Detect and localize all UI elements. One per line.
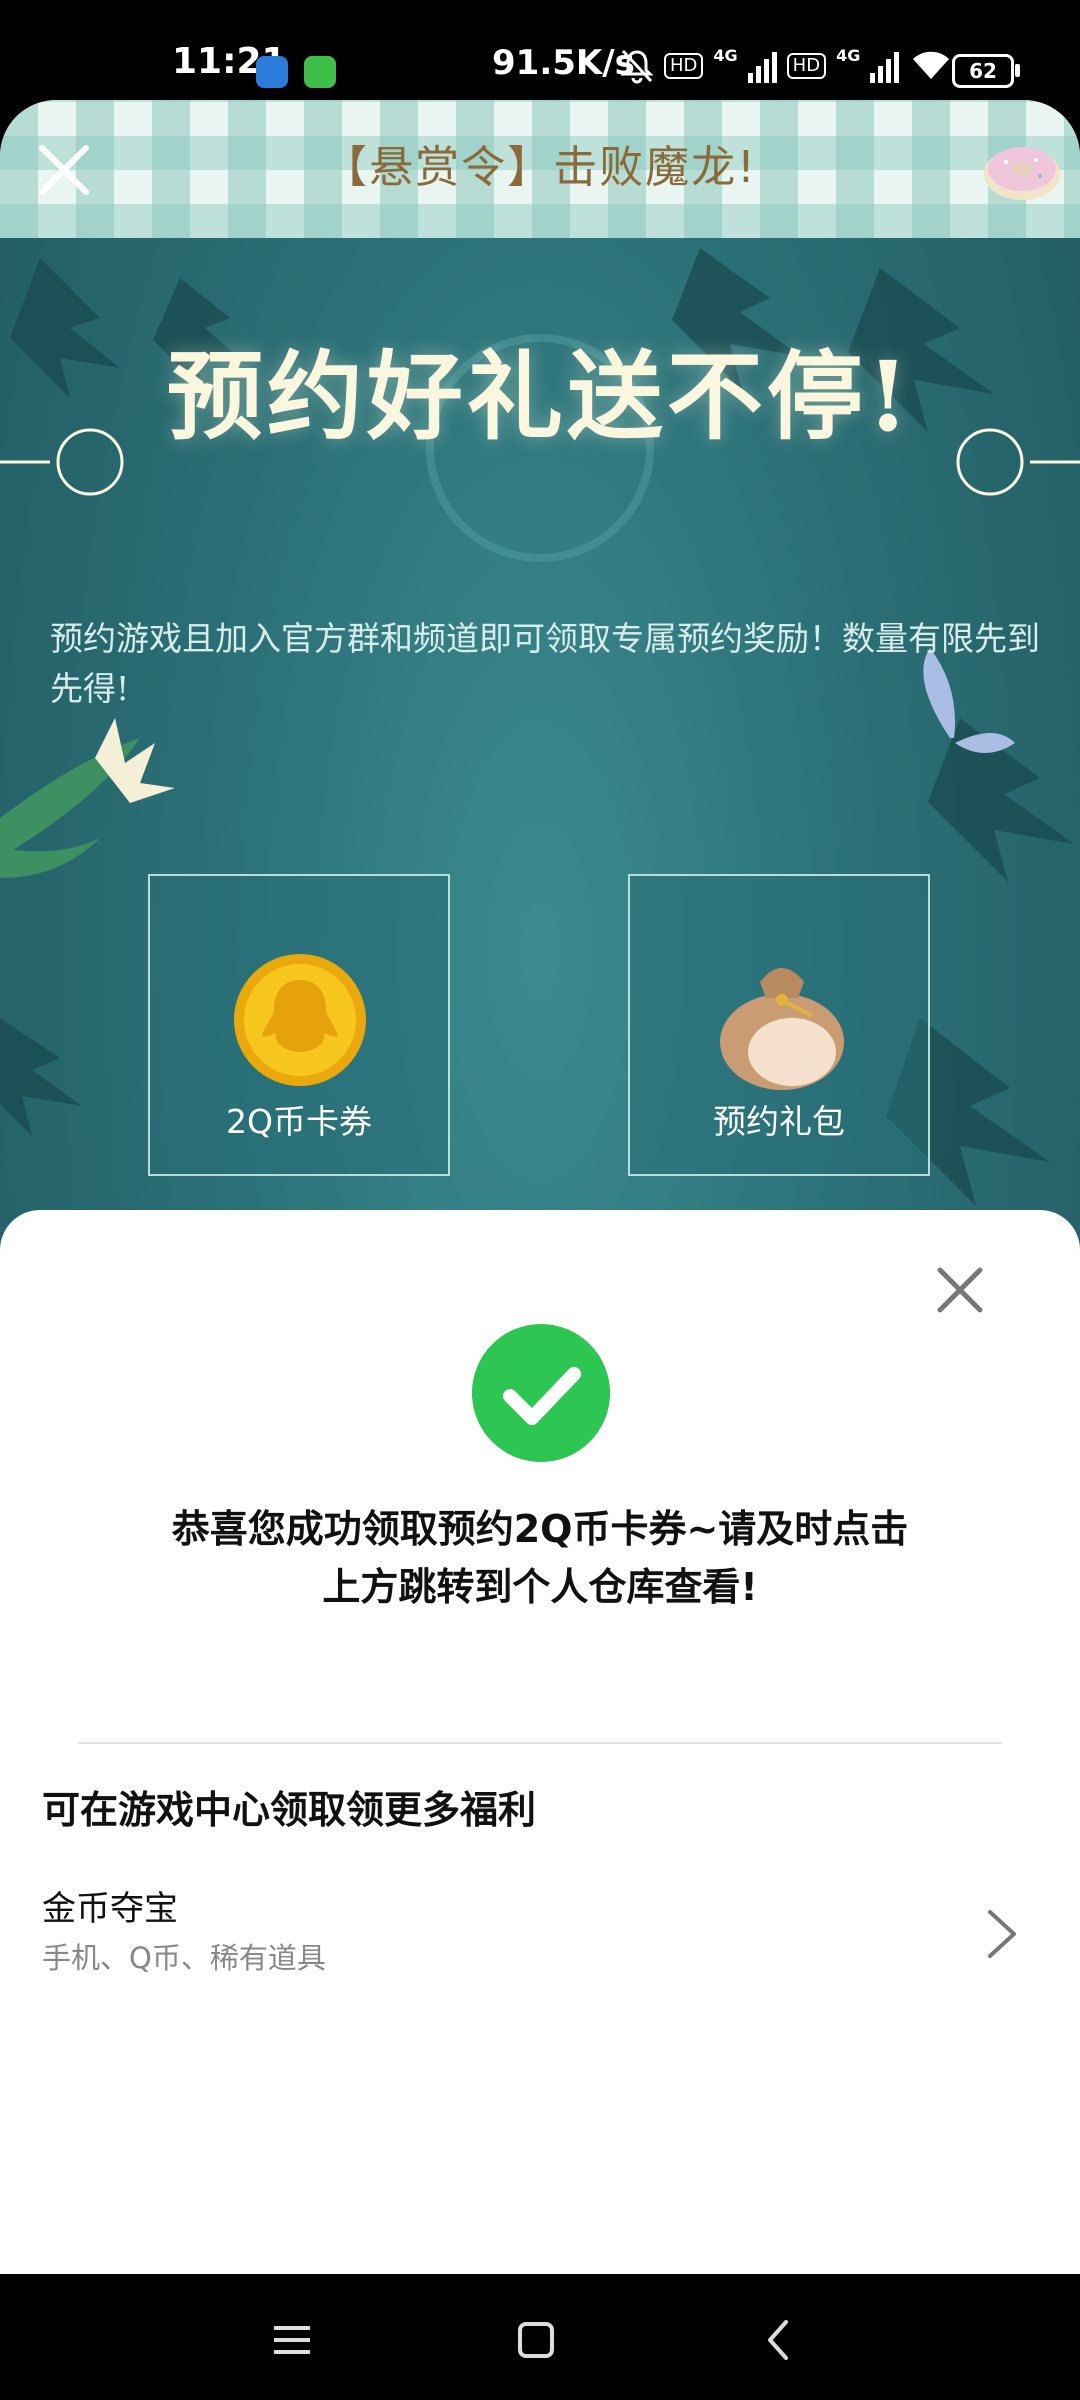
webview: 【悬赏令】击败魔龙! 预约好礼送不停! 预约游戏且加入官方群和频道即可领取专属预… [0, 100, 1080, 2274]
banner-subline: 预约游戏且加入官方群和频道即可领取专属预约奖励！数量有限先到先得! [50, 619, 1040, 708]
status-icons: HD 4G HD 4G [620, 46, 953, 86]
donut-icon[interactable] [982, 136, 1062, 202]
status-bar: 11:21 91.5K/s HD 4G HD 4G 62 [0, 0, 1080, 100]
result-sheet: 恭喜您成功领取预约2Q币卡券~请及时点击上方跳转到个人仓库查看! 可在游戏中心领… [0, 1210, 1080, 2274]
prize-card-gift: 预约礼包 [628, 874, 930, 1176]
app-notification-icon-2 [304, 56, 336, 88]
home-icon[interactable] [506, 2310, 566, 2370]
benefit-row[interactable]: 金币夺宝 手机、Q币、稀有道具 [0, 1886, 1080, 1996]
sheet-close-icon[interactable] [930, 1260, 990, 1320]
network-speed: 91.5K/s [492, 43, 635, 83]
back-icon[interactable] [750, 2310, 810, 2370]
page-title: 【悬赏令】击败魔龙! [323, 142, 757, 193]
section-title: 可在游戏中心领取领更多福利 [42, 1788, 537, 1832]
banner-headline: 预约好礼送不停! [166, 340, 914, 453]
success-message: 恭喜您成功领取预约2Q币卡券~请及时点击上方跳转到个人仓库查看! [171, 1507, 909, 1609]
hd-badge: HD [664, 53, 704, 79]
benefit-subtitle: 手机、Q币、稀有道具 [42, 1941, 326, 1975]
mute-bell-icon [620, 49, 654, 84]
network-type: 4G [713, 46, 738, 65]
hd-badge-2: HD [786, 53, 827, 79]
app-notification-icon [256, 56, 288, 88]
prize-label-qcoin: 2Q币卡券 [226, 1102, 372, 1141]
gift-bag-icon [720, 968, 844, 1090]
benefit-title: 金币夺宝 [42, 1889, 178, 1929]
signal-icon-2 [870, 49, 900, 83]
menu-icon[interactable] [262, 2310, 322, 2370]
signal-icon [747, 49, 777, 83]
wifi-icon [913, 51, 950, 79]
chevron-right-icon [988, 1910, 1016, 1958]
network-type-2: 4G [836, 46, 861, 65]
q-coin-icon [234, 954, 366, 1086]
success-check-icon [472, 1324, 610, 1462]
prize-card-qcoin: 2Q币卡券 [148, 874, 450, 1176]
battery-icon: 62 [952, 54, 1020, 88]
prize-label-gift: 预约礼包 [713, 1102, 845, 1141]
nav-bar [0, 2274, 1080, 2400]
divider [78, 1742, 1002, 1744]
titlebar: 【悬赏令】击败魔龙! [0, 100, 1080, 238]
